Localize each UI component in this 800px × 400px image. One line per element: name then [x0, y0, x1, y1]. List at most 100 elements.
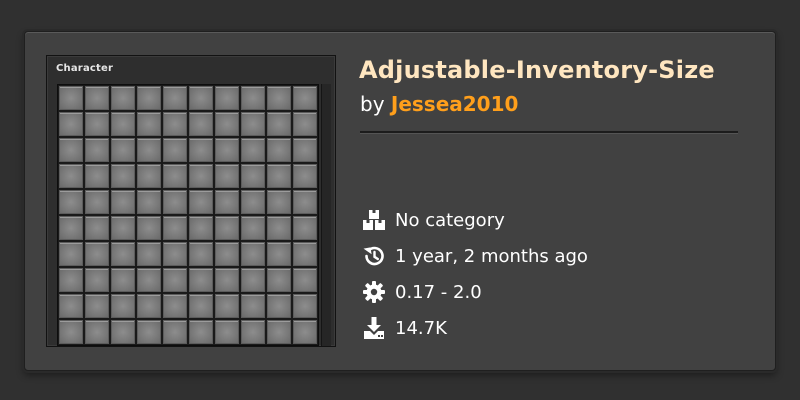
inventory-slot — [163, 112, 187, 136]
inventory-slot — [189, 294, 213, 318]
gear-icon — [361, 279, 387, 305]
inventory-slot — [241, 190, 265, 214]
inventory-slot — [163, 216, 187, 240]
inventory-slot — [215, 268, 239, 292]
inventory-slot — [293, 112, 317, 136]
inventory-slot — [215, 216, 239, 240]
inventory-slot — [59, 164, 83, 188]
inventory-slot — [241, 216, 265, 240]
inventory-slot — [267, 190, 291, 214]
inventory-grid — [59, 86, 317, 344]
category-row: No category — [361, 207, 505, 233]
inventory-slot — [215, 294, 239, 318]
divider — [360, 131, 738, 133]
inventory-slot — [137, 164, 161, 188]
inventory-slot — [293, 320, 317, 344]
inventory-slot — [59, 268, 83, 292]
inventory-slot — [267, 112, 291, 136]
inventory-slot — [215, 86, 239, 110]
inventory-slot — [59, 320, 83, 344]
inventory-slot — [85, 242, 109, 266]
inventory-slot — [293, 138, 317, 162]
author-link[interactable]: Jessea2010 — [391, 92, 519, 116]
inventory-slot — [241, 138, 265, 162]
inventory-slot — [163, 320, 187, 344]
inventory-slot — [189, 268, 213, 292]
inventory-slot — [111, 242, 135, 266]
inventory-slot — [267, 268, 291, 292]
inventory-slot — [267, 138, 291, 162]
inventory-slot — [189, 216, 213, 240]
download-icon — [361, 315, 387, 341]
inventory-slot — [241, 112, 265, 136]
inventory-slot — [293, 190, 317, 214]
inventory-slot — [85, 112, 109, 136]
inventory-slot — [293, 164, 317, 188]
inventory-slot — [189, 112, 213, 136]
inventory-slot — [215, 164, 239, 188]
inventory-slot — [111, 164, 135, 188]
inventory-slot — [215, 242, 239, 266]
inventory-slot — [137, 242, 161, 266]
inventory-slot — [137, 86, 161, 110]
inventory-slot — [163, 190, 187, 214]
inventory-slot — [85, 294, 109, 318]
inventory-slot — [137, 190, 161, 214]
inventory-slot — [163, 164, 187, 188]
inventory-slot — [163, 294, 187, 318]
inventory-slot — [111, 320, 135, 344]
history-icon — [361, 243, 387, 269]
inventory-slot — [85, 190, 109, 214]
inventory-slot — [59, 86, 83, 110]
inventory-slot — [111, 86, 135, 110]
inventory-slot — [111, 190, 135, 214]
inventory-slot — [189, 138, 213, 162]
inventory-slot — [241, 242, 265, 266]
inventory-slot — [241, 320, 265, 344]
inventory-slot — [111, 138, 135, 162]
inventory-slot — [137, 294, 161, 318]
inventory-slot — [111, 268, 135, 292]
inventory-slot — [267, 216, 291, 240]
inventory-slot — [163, 242, 187, 266]
updated-text: 1 year, 2 months ago — [395, 245, 588, 267]
downloads-text: 14.7K — [395, 317, 447, 339]
inventory-slot — [267, 164, 291, 188]
category-text: No category — [395, 209, 505, 231]
inventory-slot — [215, 320, 239, 344]
inventory-slot — [241, 164, 265, 188]
inventory-slot — [189, 242, 213, 266]
mod-thumbnail[interactable]: Character — [46, 55, 336, 347]
inventory-slot — [293, 294, 317, 318]
downloads-row: 14.7K — [361, 315, 447, 341]
version-row: 0.17 - 2.0 — [361, 279, 482, 305]
inventory-slot — [189, 320, 213, 344]
inventory-slot — [267, 86, 291, 110]
inventory-slot — [137, 320, 161, 344]
inventory-grid-frame — [57, 84, 319, 346]
inventory-slot — [137, 112, 161, 136]
inventory-slot — [111, 294, 135, 318]
inventory-scrollbar — [321, 84, 331, 346]
inventory-slot — [137, 138, 161, 162]
inventory-slot — [215, 190, 239, 214]
inventory-slot — [59, 190, 83, 214]
inventory-slot — [293, 268, 317, 292]
inventory-slot — [85, 164, 109, 188]
inventory-slot — [215, 112, 239, 136]
inventory-slot — [189, 164, 213, 188]
version-text: 0.17 - 2.0 — [395, 281, 482, 303]
thumbnail-window-title: Character — [56, 63, 114, 74]
boxes-icon — [361, 207, 387, 233]
mod-title[interactable]: Adjustable-Inventory-Size — [359, 56, 715, 84]
inventory-slot — [267, 294, 291, 318]
inventory-slot — [59, 294, 83, 318]
inventory-slot — [241, 86, 265, 110]
inventory-slot — [163, 138, 187, 162]
inventory-slot — [137, 216, 161, 240]
inventory-slot — [59, 216, 83, 240]
byline-prefix: by — [360, 92, 385, 116]
inventory-slot — [241, 268, 265, 292]
inventory-slot — [163, 268, 187, 292]
inventory-slot — [85, 320, 109, 344]
